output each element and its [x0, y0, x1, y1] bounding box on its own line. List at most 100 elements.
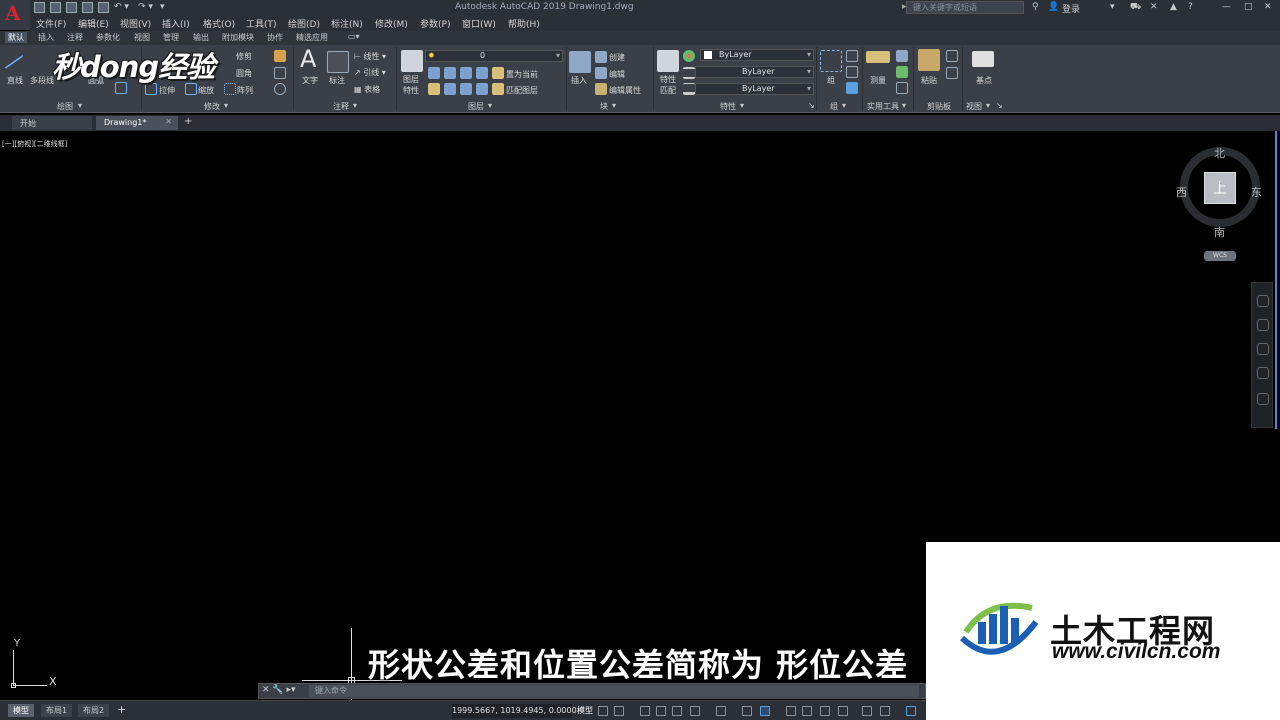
cart-icon[interactable]: ⛟	[1130, 2, 1141, 13]
match-properties-line1[interactable]: 特性	[660, 74, 676, 85]
insert-block-button[interactable]: 插入	[571, 75, 587, 86]
menu-view[interactable]: 视图(V)	[120, 17, 151, 30]
utilities-panel-title[interactable]: 实用工具	[867, 101, 899, 112]
array-icon[interactable]	[224, 83, 236, 95]
menu-dimension[interactable]: 标注(N)	[331, 17, 363, 30]
tab-default[interactable]: 默认	[5, 32, 27, 43]
wcs-menu-button[interactable]: WCS	[1204, 251, 1236, 261]
group-edit-icon[interactable]	[846, 66, 858, 78]
cut-icon[interactable]	[946, 50, 958, 62]
edit-block-icon[interactable]	[595, 67, 607, 79]
copy-clip-icon[interactable]	[946, 67, 958, 79]
menu-parametric[interactable]: 参数(P)	[420, 17, 450, 30]
erase-icon[interactable]	[274, 50, 286, 62]
menu-window[interactable]: 窗口(W)	[462, 17, 496, 30]
measure-icon[interactable]	[866, 51, 890, 63]
text-icon[interactable]: A	[300, 45, 316, 73]
new-tab-icon[interactable]: +	[184, 116, 192, 127]
layer-unlock-icon[interactable]	[476, 83, 488, 95]
draw-panel-expand-icon[interactable]: ▾	[78, 101, 82, 110]
customize-command-icon[interactable]: 🔧	[272, 685, 283, 695]
ortho-icon[interactable]	[672, 706, 682, 716]
new-file-icon[interactable]	[34, 2, 45, 13]
calculator-icon[interactable]	[896, 82, 908, 94]
block-panel-title[interactable]: 块	[600, 101, 608, 112]
menu-tools[interactable]: 工具(T)	[246, 17, 277, 30]
groups-panel-title[interactable]: 组	[830, 101, 838, 112]
scale-button[interactable]: 缩放	[198, 85, 214, 96]
tab-addins[interactable]: 附加模块	[222, 32, 254, 43]
compass-south[interactable]: 南	[1214, 224, 1225, 240]
menu-format[interactable]: 格式(O)	[203, 17, 235, 30]
view-panel-expand-icon[interactable]: ▾	[986, 101, 990, 110]
isodraft-icon[interactable]	[716, 706, 726, 716]
model-space-toggle[interactable]: 模型	[577, 705, 593, 716]
maximize-icon[interactable]: □	[1244, 2, 1253, 12]
polyline-button[interactable]: 多段线	[30, 75, 54, 86]
menu-modify[interactable]: 修改(M)	[375, 17, 408, 30]
user-icon[interactable]: 👤	[1048, 2, 1059, 12]
layer-isolate-icon[interactable]	[444, 67, 456, 79]
leader-button[interactable]: ↗ 引线 ▾	[354, 67, 386, 78]
group-icon[interactable]	[820, 50, 842, 72]
tab-layout1[interactable]: 布局1	[41, 704, 73, 717]
tab-start[interactable]: 开始	[12, 116, 92, 130]
tab-layout2[interactable]: 布局2	[78, 704, 110, 717]
gizmo-icon[interactable]	[906, 706, 916, 716]
create-block-icon[interactable]	[595, 51, 607, 63]
dimension-button[interactable]: 标注	[329, 75, 345, 86]
properties-panel-title[interactable]: 特性	[720, 101, 736, 112]
offset-icon[interactable]	[274, 83, 286, 95]
tab-annotate[interactable]: 注释	[67, 32, 83, 43]
text-button[interactable]: 文字	[302, 75, 318, 86]
save-icon[interactable]	[66, 2, 77, 13]
match-layer-button[interactable]: 匹配图层	[506, 85, 538, 96]
view-panel-title[interactable]: 视图	[966, 101, 982, 112]
application-menu-button[interactable]: A	[0, 0, 30, 30]
tab-manage[interactable]: 管理	[163, 32, 179, 43]
menu-help[interactable]: 帮助(H)	[508, 17, 540, 30]
object-snap-icon[interactable]	[760, 706, 770, 716]
linetype-dropdown[interactable]: ByLayer	[695, 66, 814, 78]
zoom-icon[interactable]	[1257, 343, 1269, 355]
layer-properties-icon[interactable]	[401, 50, 423, 72]
pan-icon[interactable]	[1257, 319, 1269, 331]
menu-edit[interactable]: 编辑(E)	[78, 17, 109, 30]
layer-on-icon[interactable]	[460, 83, 472, 95]
compass-north[interactable]: 北	[1214, 145, 1225, 161]
snap-icon[interactable]	[614, 706, 624, 716]
redo-icon[interactable]: ↷ ▾	[138, 2, 153, 12]
trim-button[interactable]: 修剪	[236, 51, 252, 62]
properties-launcher-icon[interactable]: ↘	[808, 101, 815, 110]
menu-insert[interactable]: 插入(I)	[162, 17, 190, 30]
3d-osnap-icon[interactable]	[838, 706, 848, 716]
group-select-icon[interactable]	[846, 82, 858, 94]
group-button[interactable]: 组	[827, 75, 835, 86]
tab-insert[interactable]: 插入	[38, 32, 54, 43]
close-command-icon[interactable]: ✕	[262, 685, 270, 695]
tab-featured-apps[interactable]: 精选应用	[296, 32, 328, 43]
ribbon-options-icon[interactable]: ▭▾	[348, 32, 360, 41]
insert-block-icon[interactable]	[569, 51, 591, 73]
layer-off-icon[interactable]	[428, 67, 440, 79]
add-layout-icon[interactable]: +	[117, 703, 126, 716]
utilities-panel-expand-icon[interactable]: ▾	[902, 101, 906, 110]
tab-output[interactable]: 输出	[193, 32, 209, 43]
orbit-icon[interactable]	[1257, 367, 1269, 379]
draw-panel-title[interactable]: 绘图	[57, 101, 73, 112]
close-tab-icon[interactable]: ✕	[165, 117, 172, 126]
modify-panel-expand-icon[interactable]: ▾	[224, 101, 228, 110]
infer-constraints-icon[interactable]	[640, 706, 650, 716]
lineweight-dropdown[interactable]: ByLayer	[695, 83, 814, 95]
measure-button[interactable]: 测量	[870, 75, 886, 86]
tab-view[interactable]: 视图	[134, 32, 150, 43]
ungroup-icon[interactable]	[846, 50, 858, 62]
edit-attributes-button[interactable]: 编辑属性	[609, 85, 641, 96]
compass-west[interactable]: 西	[1176, 184, 1187, 200]
dynamic-ucs-icon[interactable]	[862, 706, 872, 716]
annotation-panel-title[interactable]: 注释	[333, 101, 349, 112]
tab-drawing1[interactable]: Drawing1* ✕	[96, 116, 178, 130]
match-properties-line2[interactable]: 匹配	[660, 85, 676, 96]
array-button[interactable]: 阵列	[237, 85, 253, 96]
table-button[interactable]: ▦ 表格	[354, 84, 380, 95]
